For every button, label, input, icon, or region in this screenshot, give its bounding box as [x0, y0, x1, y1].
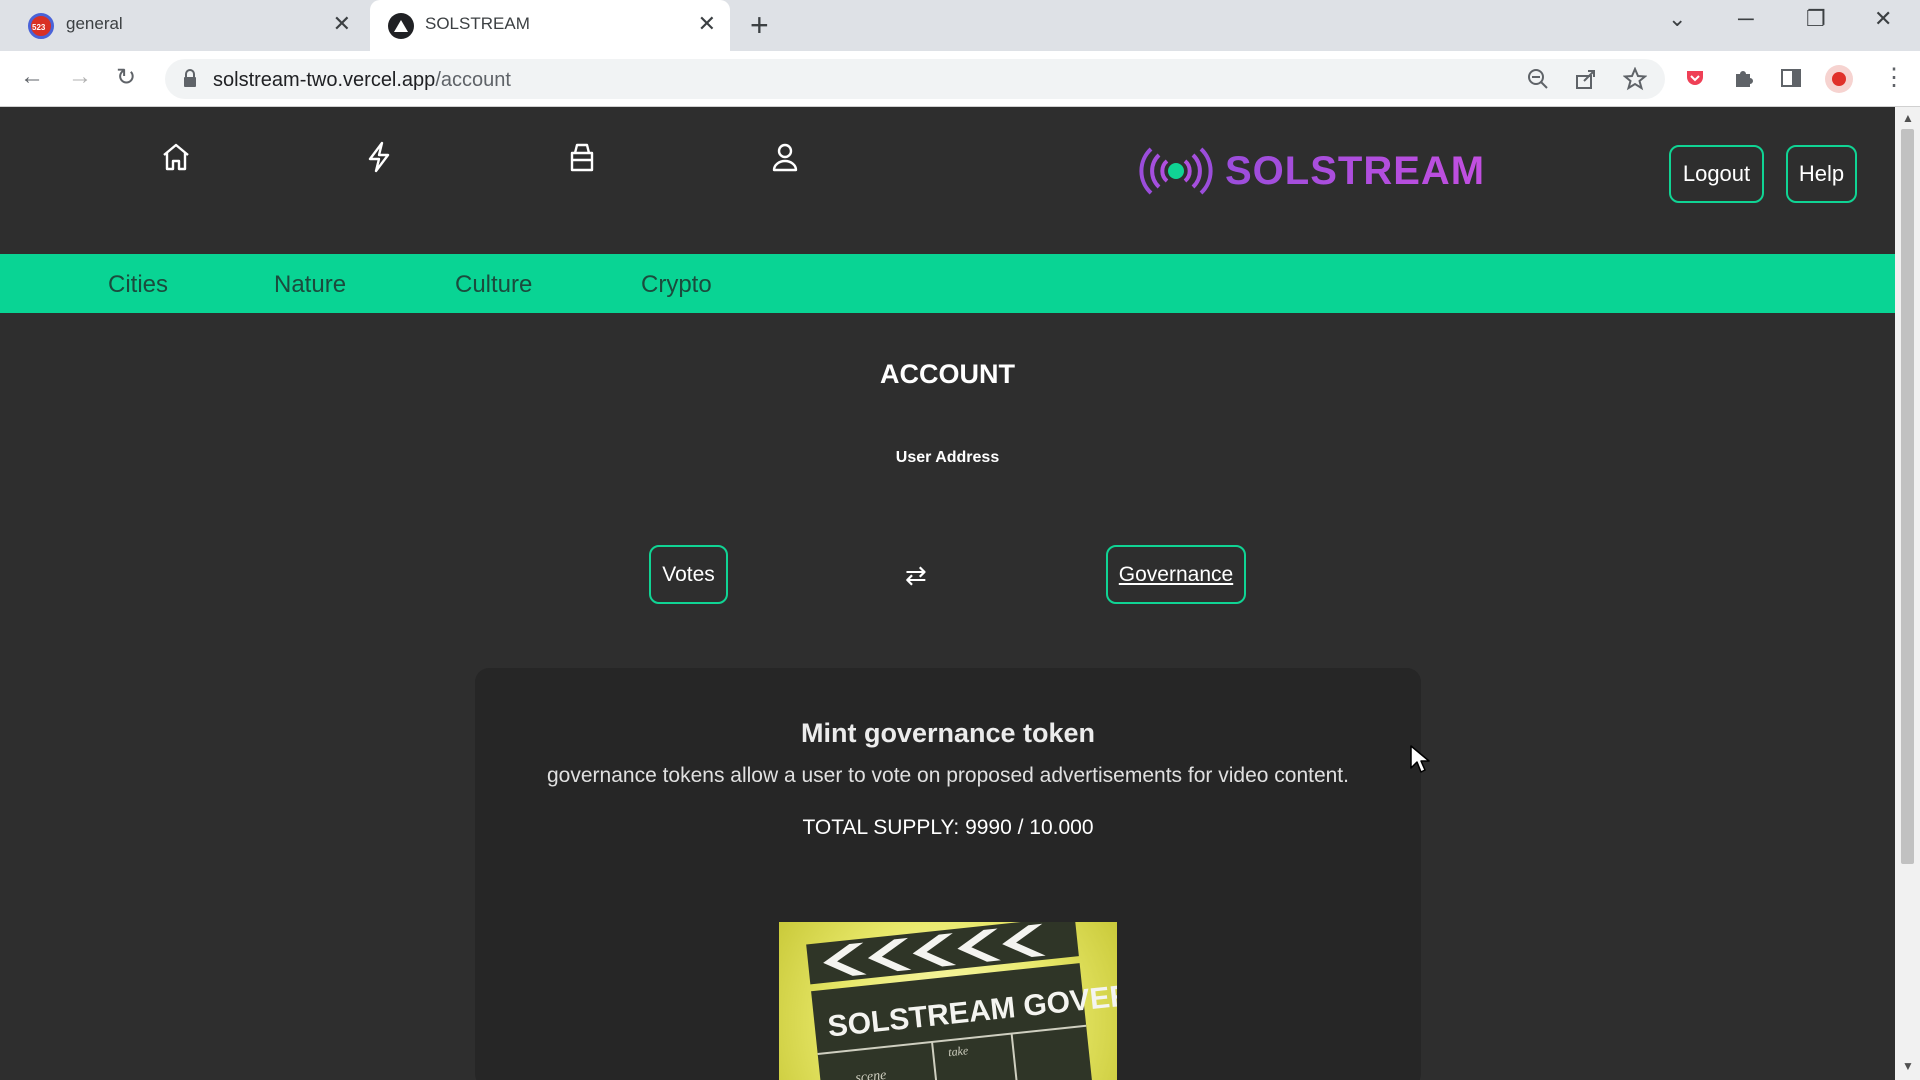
new-tab-button[interactable]: +	[750, 9, 769, 41]
browser-toolbar: ← → ↻ solstream-two.vercel.app/account ⋮	[0, 51, 1920, 107]
pocket-extension-icon[interactable]	[1684, 67, 1706, 89]
restore-icon[interactable]: ❐	[1806, 6, 1826, 32]
close-tab-icon[interactable]: ✕	[333, 11, 351, 37]
mint-governance-card: Mint governance token governance tokens …	[475, 668, 1421, 1080]
browser-menu-icon[interactable]: ⋮	[1882, 63, 1906, 92]
category-nature[interactable]: Nature	[274, 271, 346, 299]
tab-title: SOLSTREAM	[425, 14, 530, 33]
card-title: Mint governance token	[800, 718, 1096, 748]
lock-icon	[184, 69, 196, 87]
governance-token-image: SOLSTREAM GOVERNANCE scene take	[779, 922, 1117, 1080]
help-button[interactable]: Help	[1786, 145, 1857, 203]
image-scene-text: scene	[855, 1068, 887, 1080]
category-cities[interactable]: Cities	[108, 271, 168, 299]
profile-avatar[interactable]	[1825, 65, 1853, 93]
user-icon[interactable]	[767, 139, 803, 175]
logo-text: SOLSTREAM	[1225, 148, 1486, 193]
tab-title: general	[66, 14, 123, 33]
minimize-icon[interactable]: ─	[1738, 6, 1754, 32]
back-icon[interactable]: ←	[20, 63, 44, 91]
clapperboard-icon: SOLSTREAM GOVERNANCE scene take	[806, 922, 1117, 1080]
bookmark-star-icon[interactable]	[1623, 67, 1647, 91]
mouse-cursor-icon	[1410, 745, 1430, 773]
category-crypto[interactable]: Crypto	[641, 271, 712, 299]
vercel-favicon-icon	[388, 12, 414, 39]
tab-general[interactable]: 523 general ✕	[0, 0, 365, 51]
calendar-favicon-icon: 523	[28, 12, 54, 39]
page-scrollbar[interactable]: ▲ ▼	[1895, 107, 1920, 1080]
url-text: solstream-two.vercel.app/account	[213, 69, 511, 91]
swap-arrows-icon[interactable]: ⇄	[905, 560, 927, 591]
share-icon[interactable]	[1575, 68, 1597, 90]
close-tab-icon[interactable]: ✕	[698, 11, 716, 37]
window-close-icon[interactable]: ✕	[1874, 6, 1892, 32]
total-supply-text: TOTAL SUPPLY: 9990 / 10.000	[802, 816, 1094, 839]
page-viewport: SOLSTREAM Logout Help Cities Nature Cult…	[0, 107, 1895, 1080]
scroll-down-icon[interactable]: ▼	[1902, 1059, 1914, 1073]
lightning-icon[interactable]	[361, 139, 397, 175]
user-address-label: User Address	[895, 449, 1000, 466]
category-bar: Cities Nature Culture Crypto	[0, 254, 1895, 313]
shopping-bag-icon[interactable]	[564, 139, 600, 175]
scrollbar-thumb[interactable]	[1901, 129, 1914, 864]
category-culture[interactable]: Culture	[455, 271, 532, 299]
browser-tab-strip: 523 general ✕ SOLSTREAM ✕ + ⌄ ─ ❐ ✕	[0, 0, 1920, 51]
extensions-puzzle-icon[interactable]	[1732, 67, 1754, 89]
address-bar[interactable]: solstream-two.vercel.app/account	[165, 59, 1665, 99]
zoom-out-icon[interactable]	[1527, 68, 1549, 90]
side-panel-icon[interactable]	[1780, 68, 1802, 88]
votes-button[interactable]: Votes	[649, 545, 728, 604]
card-description: governance tokens allow a user to vote o…	[547, 764, 1349, 787]
solstream-logo[interactable]: SOLSTREAM	[1135, 143, 1485, 199]
forward-icon[interactable]: →	[68, 63, 92, 91]
tab-search-icon[interactable]: ⌄	[1668, 6, 1686, 32]
tab-solstream[interactable]: SOLSTREAM ✕	[370, 0, 730, 51]
home-icon[interactable]	[158, 139, 194, 175]
site-top-nav: SOLSTREAM Logout Help	[0, 107, 1895, 254]
scroll-up-icon[interactable]: ▲	[1902, 111, 1914, 125]
image-take-text: take	[947, 1043, 969, 1059]
page-title: ACCOUNT	[880, 359, 1015, 389]
logout-button[interactable]: Logout	[1669, 145, 1764, 203]
broadcast-icon	[1139, 147, 1213, 195]
governance-button[interactable]: Governance	[1106, 545, 1246, 604]
reload-icon[interactable]: ↻	[116, 63, 136, 92]
